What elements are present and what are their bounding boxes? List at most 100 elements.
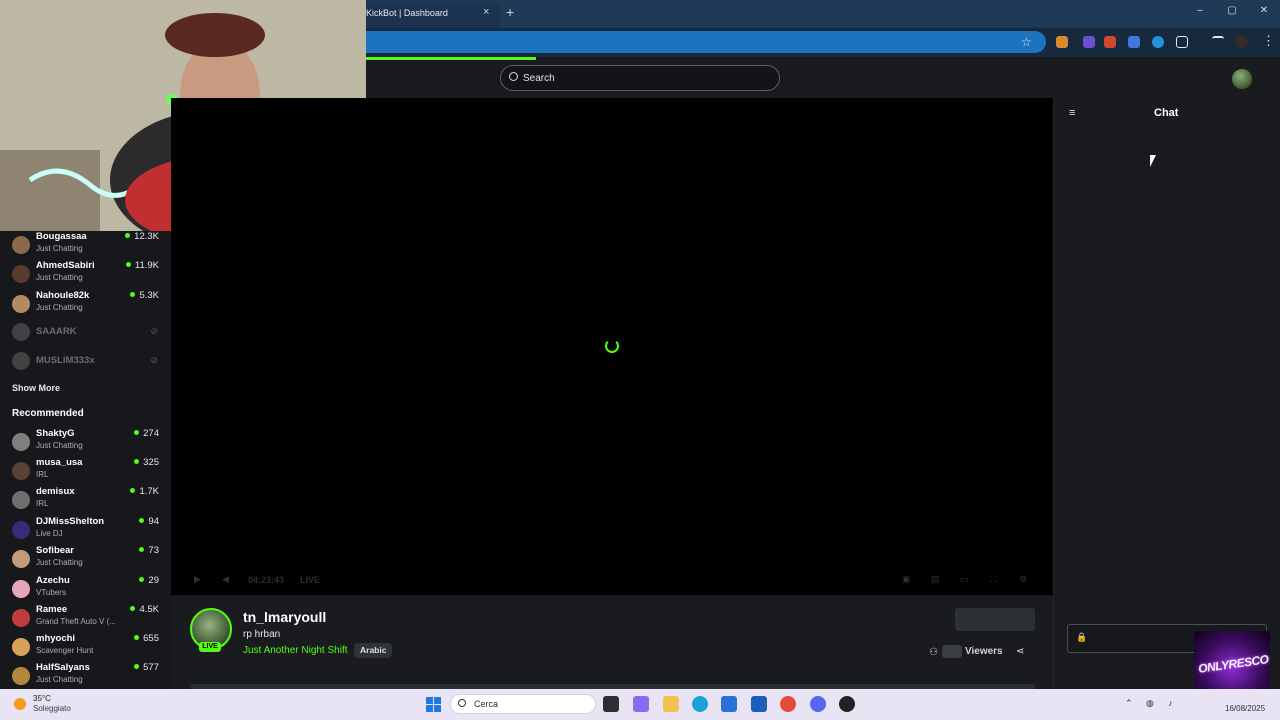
avatar: [12, 323, 30, 341]
avatar: [12, 265, 30, 283]
media-icon[interactable]: [1212, 36, 1224, 48]
loading-spinner-icon: [605, 339, 619, 353]
search-placeholder: Search: [523, 73, 555, 84]
outlook-icon[interactable]: [751, 696, 767, 712]
extension-icon[interactable]: [1056, 36, 1068, 48]
share-icon[interactable]: ⋖: [1016, 646, 1024, 657]
sidebar-channel[interactable]: ShaktyG Just Chatting 274: [0, 428, 171, 457]
avatar: [12, 667, 30, 685]
sidebar-channel[interactable]: Nahoule82k Just Chatting 5.3K: [0, 290, 171, 319]
extension-icon[interactable]: [1152, 36, 1164, 48]
collapse-chat-icon[interactable]: ≡: [1069, 107, 1075, 119]
channel-name: SAAARK: [36, 326, 77, 337]
volume-icon[interactable]: ◀: [222, 574, 229, 585]
taskbar-search[interactable]: [450, 694, 596, 714]
avatar: [12, 433, 30, 451]
language-tag[interactable]: Arabic: [354, 643, 393, 658]
viewer-count: 4.5K: [130, 604, 159, 615]
stream-category-link[interactable]: Just Another Night Shift: [243, 645, 348, 656]
viewers-label: Viewers: [965, 646, 1003, 657]
channel-category: VTubers: [36, 588, 66, 597]
settings-gear-icon[interactable]: ⚙: [1019, 574, 1027, 585]
profile-icon[interactable]: [1236, 36, 1248, 48]
viewer-count: 274: [134, 428, 159, 439]
minimize-button[interactable]: –: [1194, 5, 1206, 16]
maximize-button[interactable]: ▢: [1226, 5, 1238, 16]
browser-menu-icon[interactable]: ⋮: [1262, 33, 1275, 49]
chrome-icon[interactable]: [780, 696, 796, 712]
avatar: [12, 352, 30, 370]
sidebar-channel[interactable]: DJMissShelton Live DJ 94: [0, 516, 171, 545]
discord-icon[interactable]: [810, 696, 826, 712]
channel-category: Scavenger Hunt: [36, 646, 94, 655]
tray-chevron-icon[interactable]: ⌃: [1125, 698, 1133, 709]
tab-close-icon[interactable]: ×: [483, 6, 489, 18]
streamer-name[interactable]: tn_lmaryoull: [243, 609, 326, 625]
sidebar-channel[interactable]: Bougassaa Just Chatting 12.3K: [0, 231, 171, 260]
store-icon[interactable]: [721, 696, 737, 712]
logo-text: ONLYRESCO: [1197, 652, 1270, 676]
offline-icon: ⊘: [150, 326, 158, 336]
task-view-icon[interactable]: [603, 696, 619, 712]
sidebar-channel-offline[interactable]: SAAARK ⊘: [0, 318, 171, 347]
lock-icon: 🔒: [1076, 632, 1088, 642]
extension-icon[interactable]: [1083, 36, 1095, 48]
sidebar-channel[interactable]: Azechu VTubers 29: [0, 575, 171, 604]
viewers-icon: ⚇: [929, 647, 938, 658]
bookmark-star-icon[interactable]: ☆: [1021, 35, 1032, 49]
fullscreen-icon[interactable]: ⛶: [990, 574, 996, 585]
live-indicator: LIVE: [300, 575, 321, 585]
obs-icon[interactable]: [839, 696, 855, 712]
recommended-heading: Recommended: [12, 408, 84, 419]
channel-name: MUSLIM333x: [36, 355, 95, 366]
follow-button[interactable]: [955, 608, 1035, 631]
viewer-count: 1.7K: [130, 486, 159, 497]
puzzle-icon[interactable]: [1176, 36, 1188, 48]
sidebar-channel[interactable]: AhmedSabiri Just Chatting 11.9K: [0, 260, 171, 289]
viewer-count: 11.9K: [126, 260, 159, 271]
user-avatar[interactable]: [1232, 69, 1252, 89]
close-window-button[interactable]: ✕: [1258, 5, 1270, 16]
channel-name: DJMissShelton: [36, 516, 105, 527]
address-bar[interactable]: [366, 31, 1046, 53]
sidebar-channel[interactable]: Ramee Grand Theft Auto V (... 4.5K: [0, 604, 171, 633]
play-icon[interactable]: ▶: [194, 574, 201, 585]
search-icon: [509, 72, 518, 81]
pip-icon[interactable]: ▭: [960, 574, 969, 585]
channel-name: Azechu: [36, 575, 70, 586]
sidebar-channel[interactable]: HalfSalyans Just Chatting 577: [0, 662, 171, 689]
microphone-icon[interactable]: ♪: [1168, 698, 1173, 708]
start-menu-icon[interactable]: [426, 697, 441, 712]
viewer-count: 29: [139, 575, 159, 586]
weather-sun-icon[interactable]: [14, 698, 26, 710]
extension-icon[interactable]: [1104, 36, 1116, 48]
avatar: [12, 550, 30, 568]
channel-category: IRL: [36, 499, 49, 508]
channel-name: musa_usa: [36, 457, 83, 468]
network-icon[interactable]: ◍: [1146, 698, 1154, 709]
window-controls: – ▢ ✕: [1194, 5, 1270, 16]
channel-category: Just Chatting: [36, 675, 83, 684]
copilot-icon[interactable]: [633, 696, 649, 712]
translate-icon[interactable]: [1128, 36, 1140, 48]
sidebar-channel-offline[interactable]: MUSLIM333x ⊘: [0, 347, 171, 376]
avatar: [12, 580, 30, 598]
stream-title: rp hrban: [243, 629, 281, 640]
viewer-count: 73: [139, 545, 159, 556]
viewer-count-placeholder: [942, 645, 962, 658]
mouse-cursor: [1150, 155, 1156, 167]
file-explorer-icon[interactable]: [663, 696, 679, 712]
edge-icon[interactable]: [692, 696, 708, 712]
sidebar-channel[interactable]: Sofibear Just Chatting 73: [0, 545, 171, 574]
new-tab-button[interactable]: +: [506, 4, 514, 20]
sidebar-channel[interactable]: musa_usa IRL 325: [0, 457, 171, 486]
clip-icon[interactable]: ▤: [931, 574, 940, 585]
sidebar-channel[interactable]: mhyochi Scavenger Hunt 655: [0, 633, 171, 662]
avatar: [12, 491, 30, 509]
channel-category: Just Chatting: [36, 244, 83, 253]
theater-mode-icon[interactable]: ▣: [902, 574, 911, 585]
channel-name: ShaktyG: [36, 428, 75, 439]
channel-category: Just Chatting: [36, 273, 83, 282]
sidebar-channel[interactable]: demisux IRL 1.7K: [0, 486, 171, 515]
show-more-button[interactable]: Show More: [12, 383, 60, 393]
